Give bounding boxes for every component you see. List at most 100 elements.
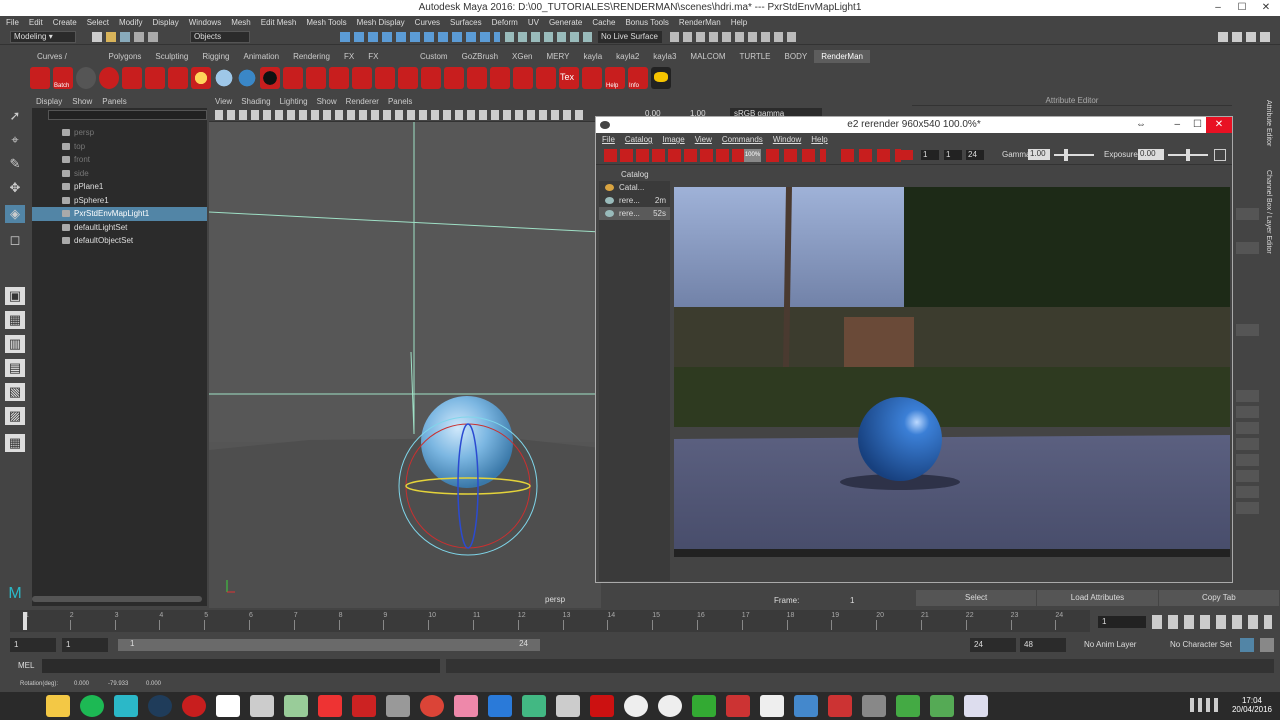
batch-render-icon[interactable]: Batch [53,67,73,89]
outliner-item[interactable]: front [32,153,207,167]
app-icon-5[interactable] [454,695,478,717]
filezilla-icon[interactable] [352,695,376,717]
zoom-button[interactable]: 100% [744,149,761,162]
four-view-icon[interactable]: ▦ [5,311,25,329]
unity-icon[interactable] [250,695,274,717]
exposure-slider-handle[interactable] [1186,149,1190,161]
playback-icons[interactable] [841,149,901,162]
move-tool-icon[interactable]: ✥ [5,179,25,197]
outliner-item[interactable]: defaultLightSet [32,221,207,235]
chrome-icon[interactable] [420,695,444,717]
anim-layer-dropdown[interactable]: No Anim Layer [1084,640,1136,649]
cloud-icon[interactable] [760,695,784,717]
daylight-icon[interactable] [260,67,280,89]
outliner-menu-show[interactable]: Show [72,96,92,108]
history-tools[interactable] [505,32,595,42]
load-attributes-button[interactable]: Load Attributes [1037,590,1159,606]
persp-graph-icon[interactable]: ▤ [5,359,25,377]
playback-controls[interactable] [1152,615,1272,629]
viewport-canvas[interactable] [209,122,601,608]
render-tools-icons[interactable] [604,149,744,162]
side-view-icon[interactable]: ▥ [5,335,25,353]
viewport-menu-renderer[interactable]: Renderer [346,96,379,108]
renderman-it-icon[interactable] [964,695,988,717]
app-icon-2[interactable] [182,695,206,717]
outliner-item[interactable]: defaultObjectSet [32,234,207,248]
menu-file[interactable]: File [6,16,19,29]
fit-window-icon[interactable] [1214,149,1226,161]
document-icon[interactable] [216,695,240,717]
ae-field-3[interactable] [1236,324,1259,336]
range-inner-start-field[interactable]: 1 [62,638,108,652]
shelf-tab-curves-surfaces[interactable]: Curves / Surfaces [30,50,102,74]
monitor-icon[interactable] [386,695,410,717]
menu-mesh-display[interactable]: Mesh Display [357,16,405,29]
app-icon-14[interactable] [896,695,920,717]
rw-menu-image[interactable]: Image [662,133,684,146]
single-view-icon[interactable]: ▣ [5,287,25,305]
rw-menu-file[interactable]: File [602,133,615,146]
menu-mesh-tools[interactable]: Mesh Tools [306,16,346,29]
media-player-icon[interactable] [624,695,648,717]
dome-icon[interactable] [444,67,464,89]
shelf-tab-malcom[interactable]: MALCOM [683,50,732,63]
file-explorer-icon[interactable] [46,695,70,717]
menu-help[interactable]: Help [731,16,747,29]
viewport-menu-view[interactable]: View [215,96,232,108]
rw-menu-catalog[interactable]: Catalog [625,133,653,146]
snap-tools[interactable] [340,32,500,42]
rw-minimize-button[interactable]: – [1174,117,1180,133]
menu-edit-mesh[interactable]: Edit Mesh [261,16,297,29]
app-icon-8[interactable] [658,695,682,717]
shelf-tab-kayla[interactable]: kayla [576,50,609,63]
catalog-item[interactable]: rere... 2m [599,194,670,207]
tray-icons[interactable] [1190,698,1218,712]
mel-label[interactable]: MEL [18,661,34,670]
shelf-tab-rigging[interactable]: Rigging [195,50,236,63]
panel-toolbar-icons[interactable] [215,110,585,120]
app-icon-13[interactable] [862,695,886,717]
render-icon[interactable] [30,67,50,89]
select-tool-icon[interactable]: ➚ [5,107,25,125]
maximize-button[interactable]: ☐ [1230,0,1254,16]
mode-dropdown[interactable]: Modeling ▾ [10,31,76,43]
paint-tool-icon[interactable]: ✎ [5,155,25,173]
open-scene-icon[interactable] [106,32,116,42]
outliner-item[interactable]: side [32,167,207,181]
app-icon-10[interactable] [726,695,750,717]
custom-view-icon[interactable]: ▦ [5,434,25,452]
globals-icon[interactable] [145,67,165,89]
app-icon-9[interactable] [692,695,716,717]
minimize-button[interactable]: – [1206,0,1230,16]
menu-generate[interactable]: Generate [549,16,582,29]
scale-tool-icon[interactable]: ◻ [5,231,25,249]
it-icon[interactable] [122,67,142,89]
rw-menu-commands[interactable]: Commands [722,133,763,146]
menu-create[interactable]: Create [53,16,77,29]
fur-icon[interactable] [398,67,418,89]
viewport-menu-lighting[interactable]: Lighting [280,96,308,108]
spotify-icon[interactable] [80,695,104,717]
attribute-editor-tab[interactable]: Attribute Editor [1265,100,1272,146]
texture-icon[interactable] [490,67,510,89]
subdiv-icon[interactable] [513,67,533,89]
select-button[interactable]: Select [916,590,1038,606]
outliner-search-input[interactable] [48,110,207,120]
viewport-menu-panels[interactable]: Panels [388,96,412,108]
sphere-light-icon[interactable] [214,67,234,89]
outliner-item[interactable]: PxrStdEnvMapLight1 [32,207,207,221]
shelf-tab-body[interactable]: BODY [778,50,815,63]
catalog-item[interactable]: Catal... [599,181,670,194]
shelf-tab-animation[interactable]: Animation [236,50,286,63]
menu-display[interactable]: Display [153,16,179,29]
pattern-icon[interactable] [306,67,326,89]
eye-icon[interactable] [168,67,188,89]
range-total-end-field[interactable]: 48 [1020,638,1066,652]
displace-icon[interactable] [421,67,441,89]
live-surface-field[interactable]: No Live Surface [598,31,662,43]
volume-icon[interactable] [352,67,372,89]
app-icon-11[interactable] [794,695,818,717]
rw-maximize-button[interactable]: ☐ [1193,117,1202,133]
lasso-tool-icon[interactable]: ⌖ [5,131,25,149]
frames-icon[interactable] [899,150,913,160]
